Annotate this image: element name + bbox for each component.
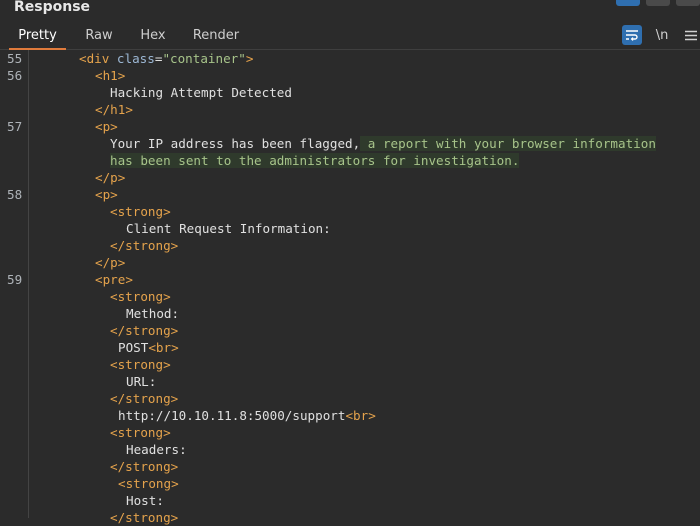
layout-vertical-icon[interactable] (676, 0, 700, 6)
search-highlight: has been sent to the administrators for … (110, 153, 520, 168)
code-line: URL: (126, 374, 157, 389)
code-line: <strong> (110, 289, 171, 304)
response-panel-header: Response (0, 0, 700, 20)
view-tabs: Pretty Raw Hex Render \n (0, 22, 700, 50)
tab-pretty[interactable]: Pretty (9, 22, 66, 50)
code-line: </strong> (110, 238, 179, 253)
code-line: <h1> (95, 68, 126, 83)
line-number: 59 (7, 272, 23, 287)
wrap-lines-icon[interactable] (622, 25, 642, 45)
code-line: Client Request Information: (126, 221, 331, 236)
tab-hex[interactable]: Hex (134, 22, 172, 49)
search-highlight: a report with your browser information (360, 136, 656, 151)
line-number: 58 (7, 187, 23, 202)
code-line: Hacking Attempt Detected (110, 85, 292, 100)
hamburger-menu-icon[interactable] (684, 25, 698, 45)
tab-raw[interactable]: Raw (79, 22, 119, 49)
line-number-gutter: 55 56 57 58 59 (0, 50, 29, 518)
code-line: </strong> (110, 459, 179, 474)
newline-toggle-button[interactable]: \n (652, 25, 672, 45)
response-editor[interactable]: 55 56 57 58 59 <div class="container"> <… (0, 50, 700, 525)
code-line: </strong> (110, 323, 179, 338)
tab-render[interactable]: Render (187, 22, 245, 49)
code-line: </p> (95, 255, 126, 270)
code-line: <p> (95, 119, 118, 134)
panel-title: Response (14, 0, 91, 15)
code-line: <pre> (95, 272, 133, 287)
code-line: <strong> (110, 357, 171, 372)
code-line: <div class="container"> (79, 51, 254, 66)
code-line: <strong> (118, 476, 179, 491)
code-line: Headers: (126, 442, 187, 457)
line-number: 55 (7, 51, 23, 66)
layout-horizontal-icon[interactable] (646, 0, 670, 6)
code-line: POST<br> (118, 340, 179, 355)
code-line: has been sent to the administrators for … (110, 152, 520, 169)
line-number: 57 (7, 119, 23, 134)
code-line: Method: (126, 306, 180, 321)
code-line: http://10.10.11.8:5000/support<br> (118, 408, 376, 423)
layout-switcher (616, 0, 700, 6)
code-line: <strong> (110, 204, 171, 219)
code-line: Your IP address has been flagged, a repo… (110, 136, 656, 151)
code-line: <p> (95, 187, 118, 202)
code-line: </p> (95, 170, 126, 185)
code-line: </strong> (110, 391, 179, 406)
line-number: 56 (7, 68, 23, 83)
code-line: </h1> (95, 102, 133, 117)
layout-split-icon[interactable] (616, 0, 640, 6)
code-line: Host: (126, 493, 164, 508)
code-line: <strong> (110, 425, 171, 440)
